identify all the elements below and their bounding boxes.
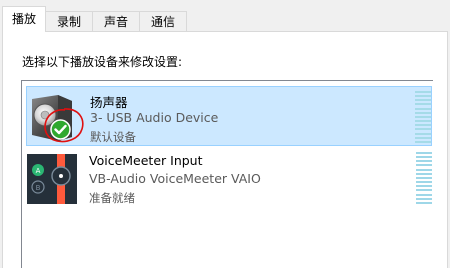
tab-recording[interactable]: 录制	[45, 11, 93, 32]
sound-dialog: 播放 录制 声音 通信 选择以下播放设备来修改设置: 扬声器 3- USB Au…	[0, 0, 450, 268]
tab-communications[interactable]: 通信	[139, 11, 187, 32]
device-list[interactable]: 扬声器 3- USB Audio Device 默认设备 A B VoiceMe…	[21, 80, 433, 268]
device-name: VoiceMeeter Input	[89, 153, 203, 168]
tab-playback[interactable]: 播放	[2, 6, 46, 32]
device-status: 默认设备	[90, 130, 136, 144]
playback-panel: 选择以下播放设备来修改设置: 扬声器 3- USB Audio Device 默…	[2, 31, 448, 268]
device-description: VB-Audio VoiceMeeter VAIO	[89, 171, 261, 186]
svg-text:A: A	[36, 167, 41, 175]
device-description: 3- USB Audio Device	[90, 110, 219, 125]
device-name: 扬声器	[90, 95, 128, 110]
tab-sounds[interactable]: 声音	[92, 11, 140, 32]
green-check-icon	[50, 119, 71, 140]
instruction-text: 选择以下播放设备来修改设置:	[22, 55, 183, 69]
device-item-voicemeeter[interactable]: A B VoiceMeeter Input VB-Audio VoiceMeet…	[26, 148, 432, 208]
device-status: 准备就绪	[89, 191, 135, 205]
svg-text:B: B	[36, 184, 41, 192]
voicemeeter-icon: A B	[27, 154, 77, 204]
level-meter	[416, 152, 432, 204]
tab-bar: 播放 录制 声音 通信	[2, 6, 187, 32]
device-item-speakers[interactable]: 扬声器 3- USB Audio Device 默认设备	[26, 86, 432, 146]
level-meter	[415, 91, 431, 143]
